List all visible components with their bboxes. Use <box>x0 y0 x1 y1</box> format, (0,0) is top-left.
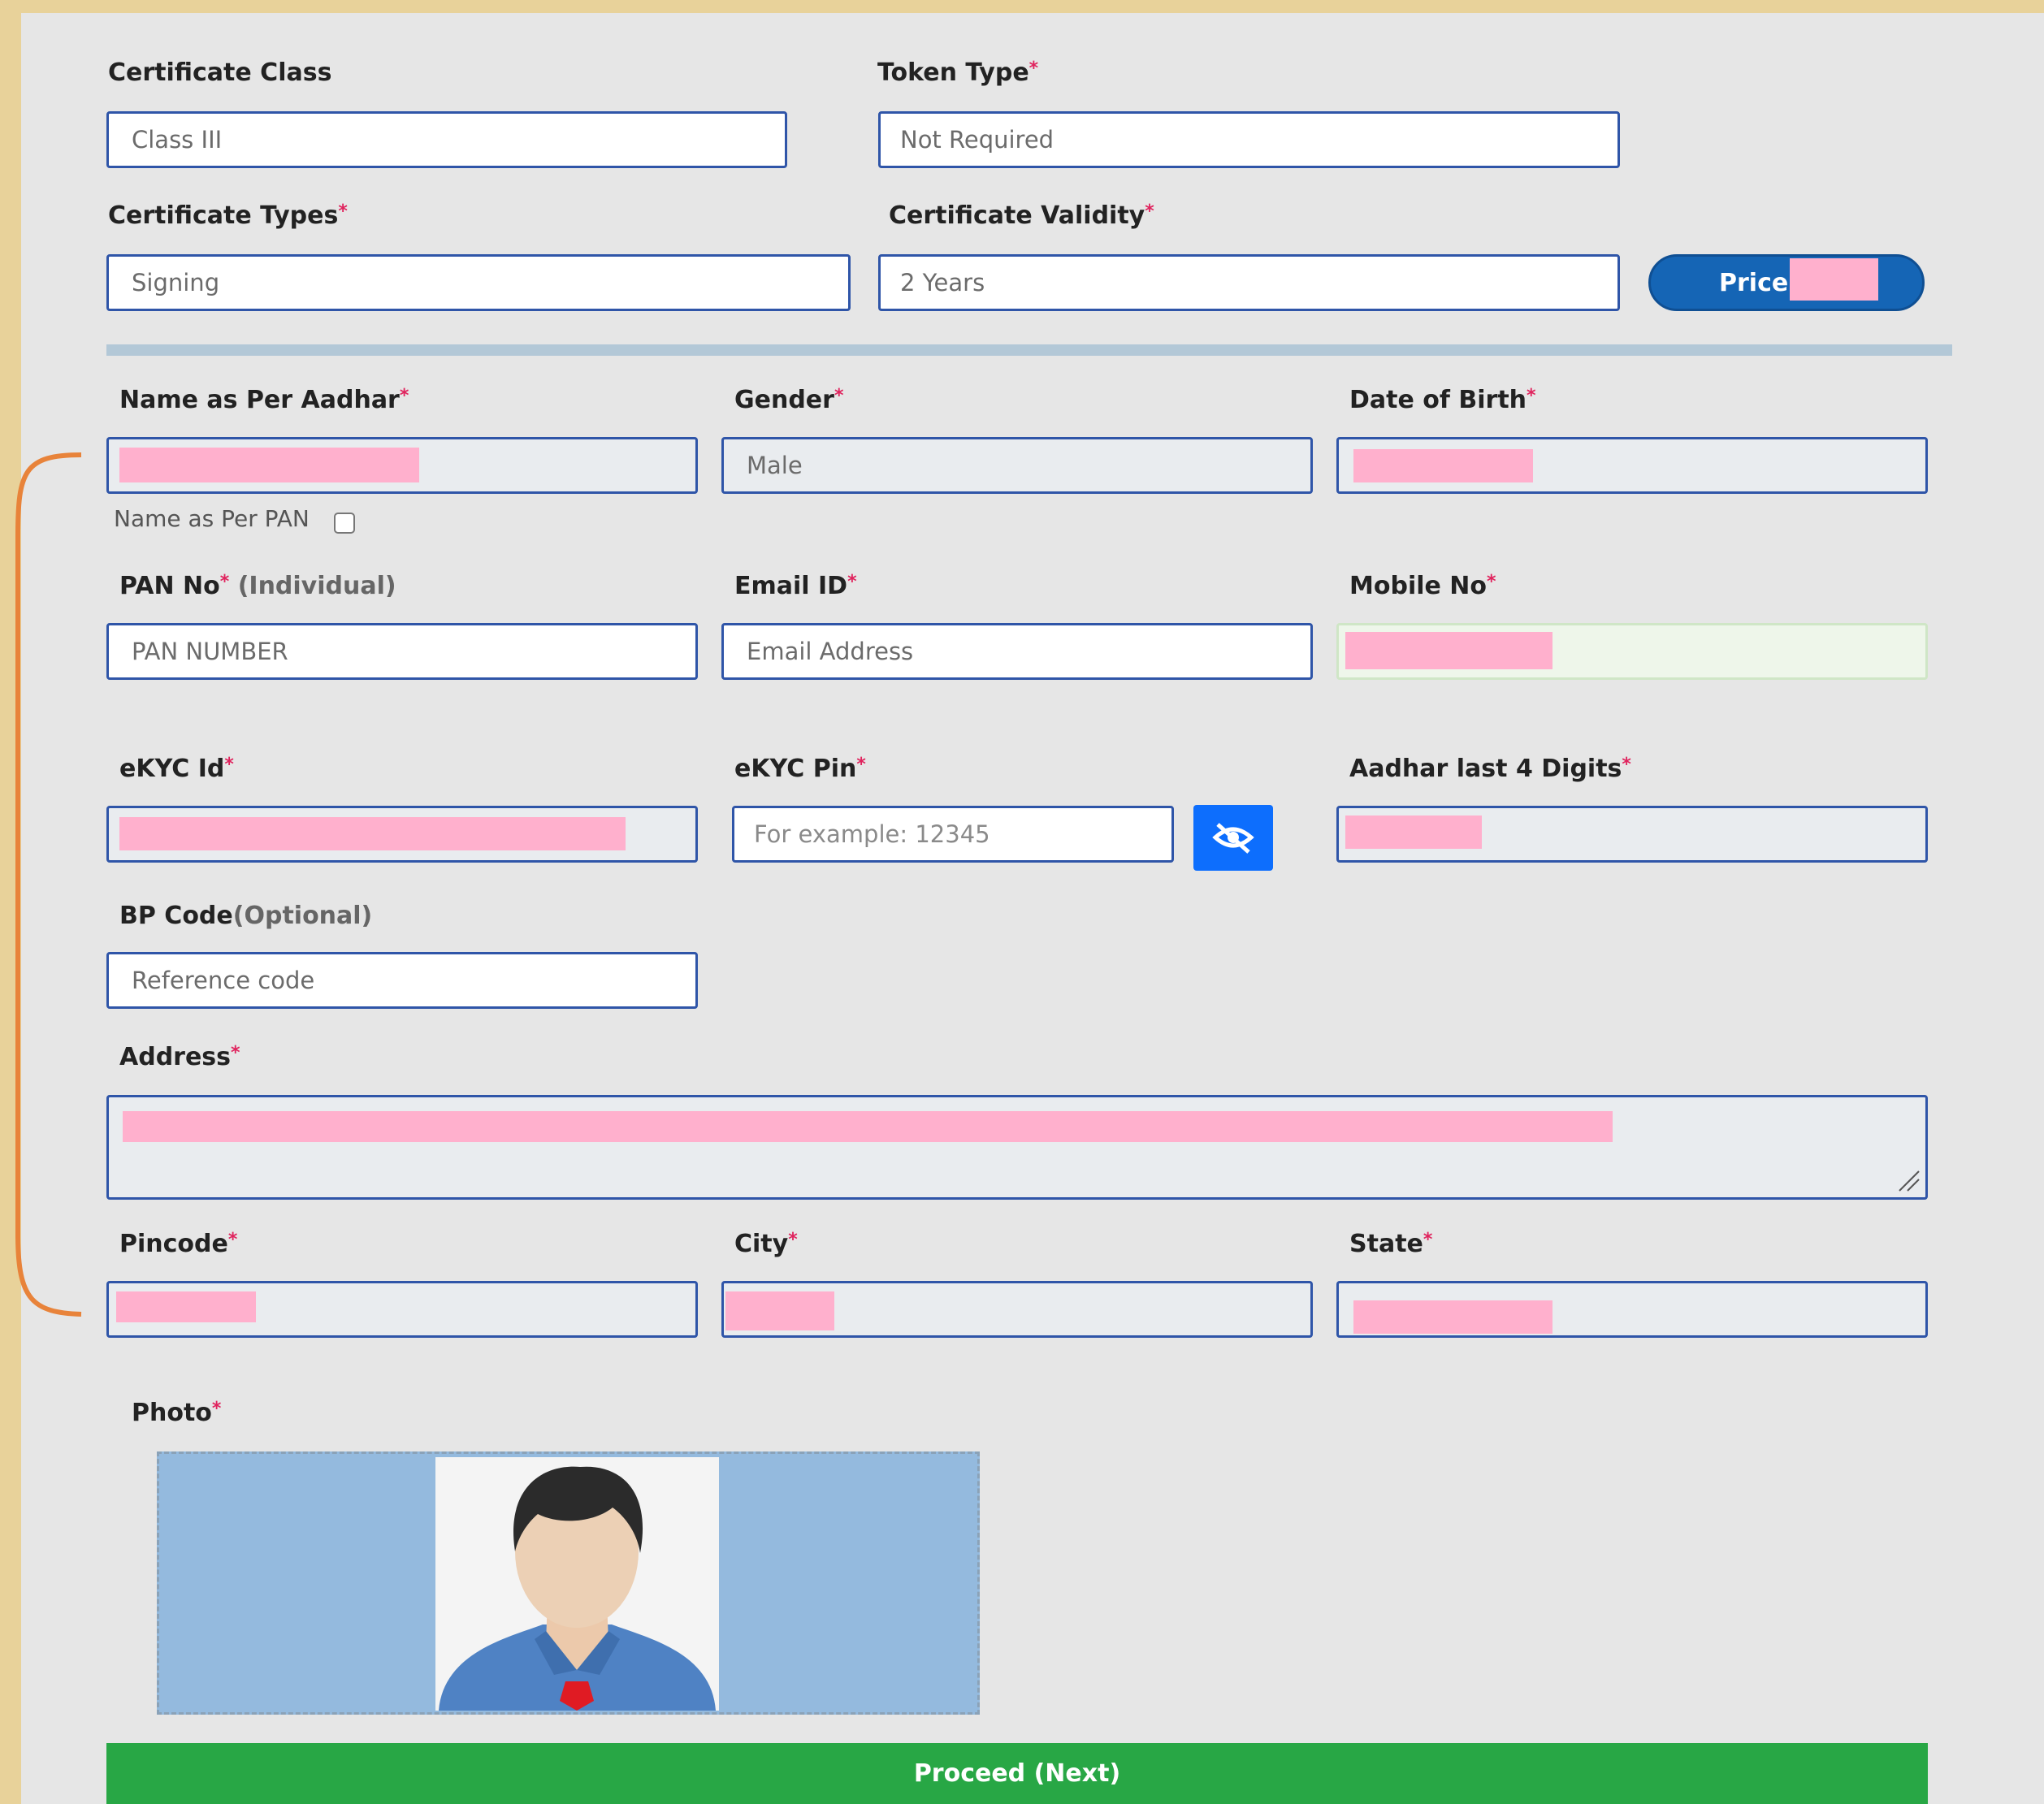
gender-field[interactable]: Male <box>721 437 1313 494</box>
pincode-label: Pincode* <box>119 1230 238 1258</box>
dob-label: Date of Birth* <box>1349 386 1536 414</box>
price-redaction <box>1790 258 1878 301</box>
resize-handle-icon[interactable] <box>1896 1168 1921 1192</box>
proceed-next-button[interactable]: Proceed (Next) <box>106 1743 1928 1804</box>
ekyc-id-redaction <box>119 817 626 850</box>
certificate-types-field[interactable]: Signing <box>106 254 851 311</box>
pan-input[interactable]: PAN NUMBER <box>106 623 698 680</box>
city-redaction <box>725 1291 834 1330</box>
aadhar-last4-redaction <box>1345 815 1482 849</box>
section-divider <box>106 344 1952 356</box>
name-as-pan-label: Name as Per PAN <box>114 505 310 532</box>
token-type-field[interactable]: Not Required <box>878 111 1620 168</box>
certificate-types-label: Certificate Types* <box>108 201 348 230</box>
aadhar-last4-label: Aadhar last 4 Digits* <box>1349 755 1631 783</box>
address-label: Address* <box>119 1043 240 1071</box>
gender-label: Gender* <box>734 386 844 414</box>
ekyc-id-label: eKYC Id* <box>119 755 234 783</box>
bp-code-label: BP Code(Optional) <box>119 902 373 930</box>
ekyc-pin-input[interactable]: For example: 12345 <box>732 806 1174 863</box>
price-button[interactable]: Price: <box>1648 254 1925 311</box>
state-redaction <box>1353 1300 1552 1334</box>
name-redaction <box>119 448 419 482</box>
token-type-label: Token Type* <box>877 58 1039 87</box>
state-label: State* <box>1349 1230 1433 1258</box>
address-redaction <box>123 1111 1613 1142</box>
email-label: Email ID* <box>734 572 857 600</box>
pan-label: PAN No* (Individual) <box>119 572 396 600</box>
certificate-validity-field[interactable]: 2 Years <box>878 254 1620 311</box>
photo-label: Photo* <box>132 1399 222 1427</box>
pincode-redaction <box>116 1291 256 1322</box>
certificate-class-field[interactable]: Class III <box>106 111 787 168</box>
mobile-redaction <box>1345 632 1552 669</box>
certificate-class-label: Certificate Class <box>108 58 332 87</box>
name-as-pan-checkbox[interactable] <box>334 513 355 534</box>
name-aadhar-label: Name as Per Aadhar* <box>119 386 409 414</box>
mobile-label: Mobile No* <box>1349 572 1496 600</box>
certificate-validity-label: Certificate Validity* <box>889 201 1154 230</box>
ekyc-pin-label: eKYC Pin* <box>734 755 866 783</box>
avatar-placeholder <box>435 1457 719 1711</box>
bp-code-input[interactable]: Reference code <box>106 952 698 1009</box>
dob-redaction <box>1353 449 1533 482</box>
annotation-bracket <box>15 452 82 1317</box>
toggle-pin-visibility-button[interactable] <box>1193 805 1273 871</box>
city-label: City* <box>734 1230 798 1258</box>
photo-upload-area[interactable] <box>157 1451 980 1715</box>
eye-slash-icon <box>1212 823 1254 854</box>
email-input[interactable]: Email Address <box>721 623 1313 680</box>
